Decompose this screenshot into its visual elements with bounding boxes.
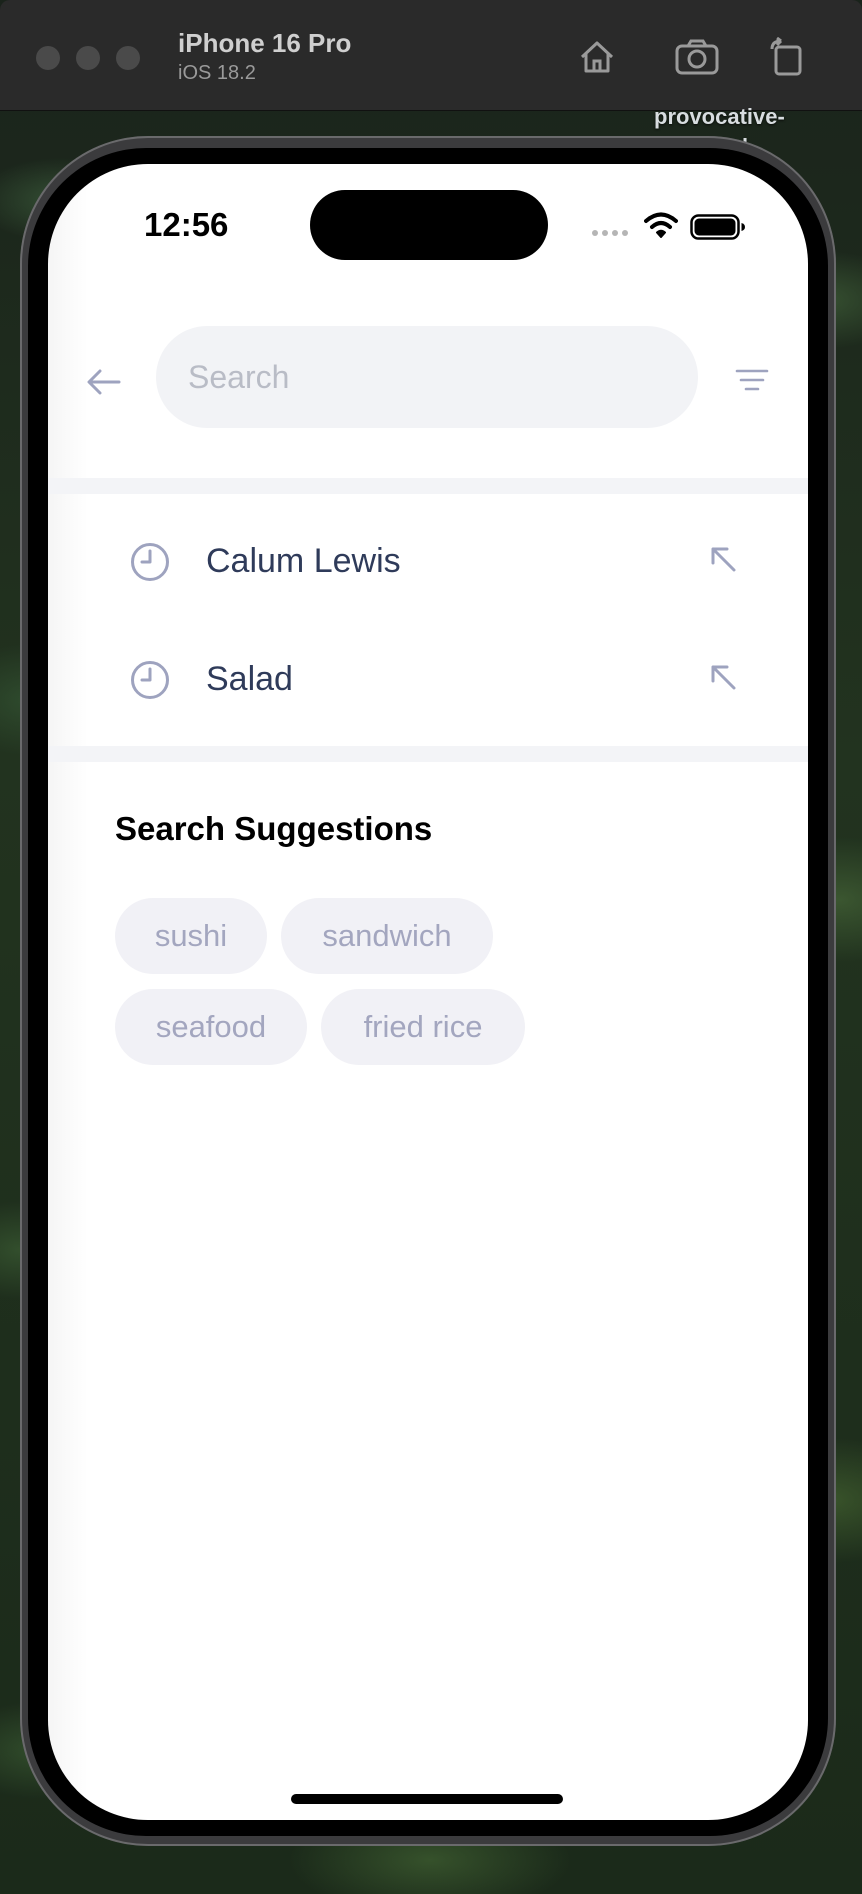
suggestion-chip[interactable]: sushi (115, 898, 267, 974)
search-input[interactable] (156, 326, 698, 428)
recent-search-item[interactable]: Calum Lewis (48, 504, 808, 620)
camera-icon (675, 39, 719, 75)
wifi-icon (644, 212, 678, 238)
minimize-window-button[interactable] (76, 46, 100, 70)
screenshot-button[interactable] (674, 34, 720, 80)
dynamic-island (310, 190, 548, 260)
suggestion-chip[interactable]: fried rice (321, 989, 525, 1065)
arrow-up-left-icon[interactable] (708, 662, 738, 692)
rotate-icon (770, 37, 802, 76)
close-window-button[interactable] (36, 46, 60, 70)
back-button[interactable] (82, 360, 126, 404)
recent-search-item[interactable]: Salad (48, 622, 808, 738)
status-time: 12:56 (144, 206, 229, 243)
arrow-left-icon (87, 369, 121, 395)
filter-button[interactable] (732, 360, 772, 400)
suggestion-chip[interactable]: sandwich (281, 898, 493, 974)
os-version: iOS 18.2 (178, 62, 256, 84)
filter-icon (735, 369, 769, 391)
home-button[interactable] (574, 34, 620, 80)
suggestion-chip[interactable]: seafood (115, 989, 307, 1065)
recent-search-label: Calum Lewis (206, 542, 401, 580)
rotate-button[interactable] (764, 34, 810, 80)
home-indicator[interactable] (291, 1794, 563, 1804)
section-divider (48, 478, 808, 494)
home-icon (580, 41, 614, 73)
phone-screen: 12:56 Calum Lewis (48, 164, 808, 1820)
cellular-signal-icon (592, 230, 628, 236)
arrow-up-left-icon[interactable] (708, 544, 738, 574)
suggestions-title: Search Suggestions (115, 810, 433, 847)
section-divider (48, 746, 808, 762)
battery-icon (690, 214, 745, 240)
device-name: iPhone 16 Pro (178, 28, 352, 58)
zoom-window-button[interactable] (116, 46, 140, 70)
simulator-titlebar: iPhone 16 Pro iOS 18.2 (0, 0, 862, 111)
recent-search-label: Salad (206, 660, 293, 698)
clock-icon (131, 543, 169, 581)
clock-icon (131, 661, 169, 699)
